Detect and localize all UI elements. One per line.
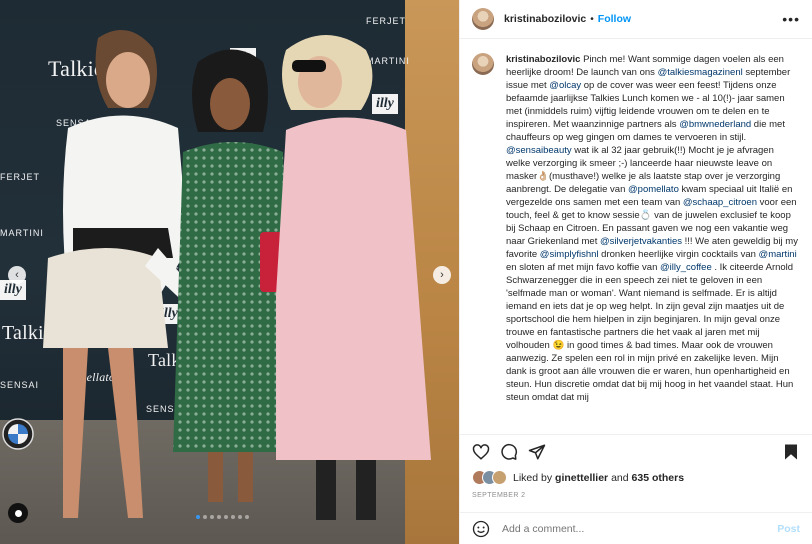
- woman-pink-coat: [276, 35, 431, 520]
- logo-ferjet: FERJET: [366, 16, 407, 26]
- mention-link[interactable]: @martini: [759, 249, 797, 260]
- share-icon[interactable]: [528, 443, 546, 461]
- action-bar: [460, 434, 812, 465]
- caption-segment: . Ik citeerde Arnold Schwarzenegger die …: [506, 262, 794, 403]
- chevron-left-icon: ‹: [15, 269, 19, 281]
- mention-link[interactable]: @talkiesmagazinenl: [658, 67, 743, 78]
- mention-link[interactable]: @olcay: [549, 80, 581, 91]
- carousel-dot: [217, 515, 221, 519]
- instagram-post-modal: Talkies Talkies Talkies MARTINI MARTINI …: [0, 0, 812, 544]
- carousel-dot: [203, 515, 207, 519]
- carousel-dot: [238, 515, 242, 519]
- carousel-dot: [210, 515, 214, 519]
- post-panel: kristinabozilovic • Follow ••• kristinab…: [459, 0, 812, 544]
- caption: kristinabozilovic Pinch me! Want sommige…: [460, 38, 812, 430]
- post-date[interactable]: SEPTEMBER 2: [472, 492, 525, 499]
- chevron-right-icon: ›: [440, 269, 444, 281]
- username[interactable]: kristinabozilovic: [504, 13, 586, 25]
- liker-avatars: [472, 470, 507, 485]
- carousel-dot: [224, 515, 228, 519]
- mention-link[interactable]: @pomellato: [628, 184, 679, 195]
- likes-and: and: [611, 471, 629, 484]
- user-icon: [14, 509, 22, 517]
- mention-link[interactable]: @schaap_citroen: [683, 197, 757, 208]
- likes-prefix: Liked by: [513, 471, 553, 484]
- carousel-dot: [245, 515, 249, 519]
- next-photo-button[interactable]: ›: [433, 266, 451, 284]
- post-comment-button[interactable]: Post: [777, 523, 800, 535]
- separator: •: [590, 13, 594, 25]
- likes-row: Liked by ginettellier and 635 others: [472, 470, 684, 485]
- mention-link[interactable]: @simplyfishnl: [540, 249, 599, 260]
- caption-username[interactable]: kristinabozilovic: [506, 54, 580, 65]
- liker-username[interactable]: ginettellier: [555, 472, 608, 484]
- post-header: kristinabozilovic • Follow •••: [460, 0, 812, 39]
- carousel-dot: [231, 515, 235, 519]
- post-photo[interactable]: Talkies Talkies Talkies MARTINI MARTINI …: [0, 0, 459, 544]
- carousel-dots: [196, 515, 249, 519]
- caption-avatar[interactable]: [472, 53, 494, 75]
- likes-count[interactable]: 635 others: [632, 472, 685, 484]
- more-options-icon[interactable]: •••: [782, 11, 800, 27]
- heart-icon[interactable]: [472, 443, 490, 461]
- carousel-dot: [196, 515, 200, 519]
- bookmark-icon[interactable]: [782, 443, 800, 461]
- mention-link[interactable]: @sensaibeauty: [506, 145, 572, 156]
- tagged-users-button[interactable]: [8, 503, 28, 523]
- mention-link[interactable]: @bmwnederland: [679, 119, 751, 130]
- avatar: [492, 470, 507, 485]
- follow-button[interactable]: Follow: [598, 13, 631, 25]
- mention-link[interactable]: @silverjetvakanties: [600, 236, 682, 247]
- caption-text: kristinabozilovic Pinch me! Want sommige…: [506, 53, 800, 430]
- prev-photo-button[interactable]: ‹: [8, 266, 26, 284]
- emoji-icon[interactable]: [472, 520, 490, 538]
- comment-input[interactable]: [500, 521, 778, 536]
- avatar[interactable]: [472, 8, 494, 30]
- caption-segment: dronken heerlijke virgin cocktails van: [598, 249, 759, 260]
- caption-body: Pinch me! Want sommige dagen voelen als …: [506, 54, 798, 403]
- mention-link[interactable]: @illy_coffee: [660, 262, 712, 273]
- caption-segment: en sloten af met mijn favo koffie van: [506, 262, 661, 273]
- comment-icon[interactable]: [500, 443, 518, 461]
- comment-bar: Post: [460, 512, 812, 544]
